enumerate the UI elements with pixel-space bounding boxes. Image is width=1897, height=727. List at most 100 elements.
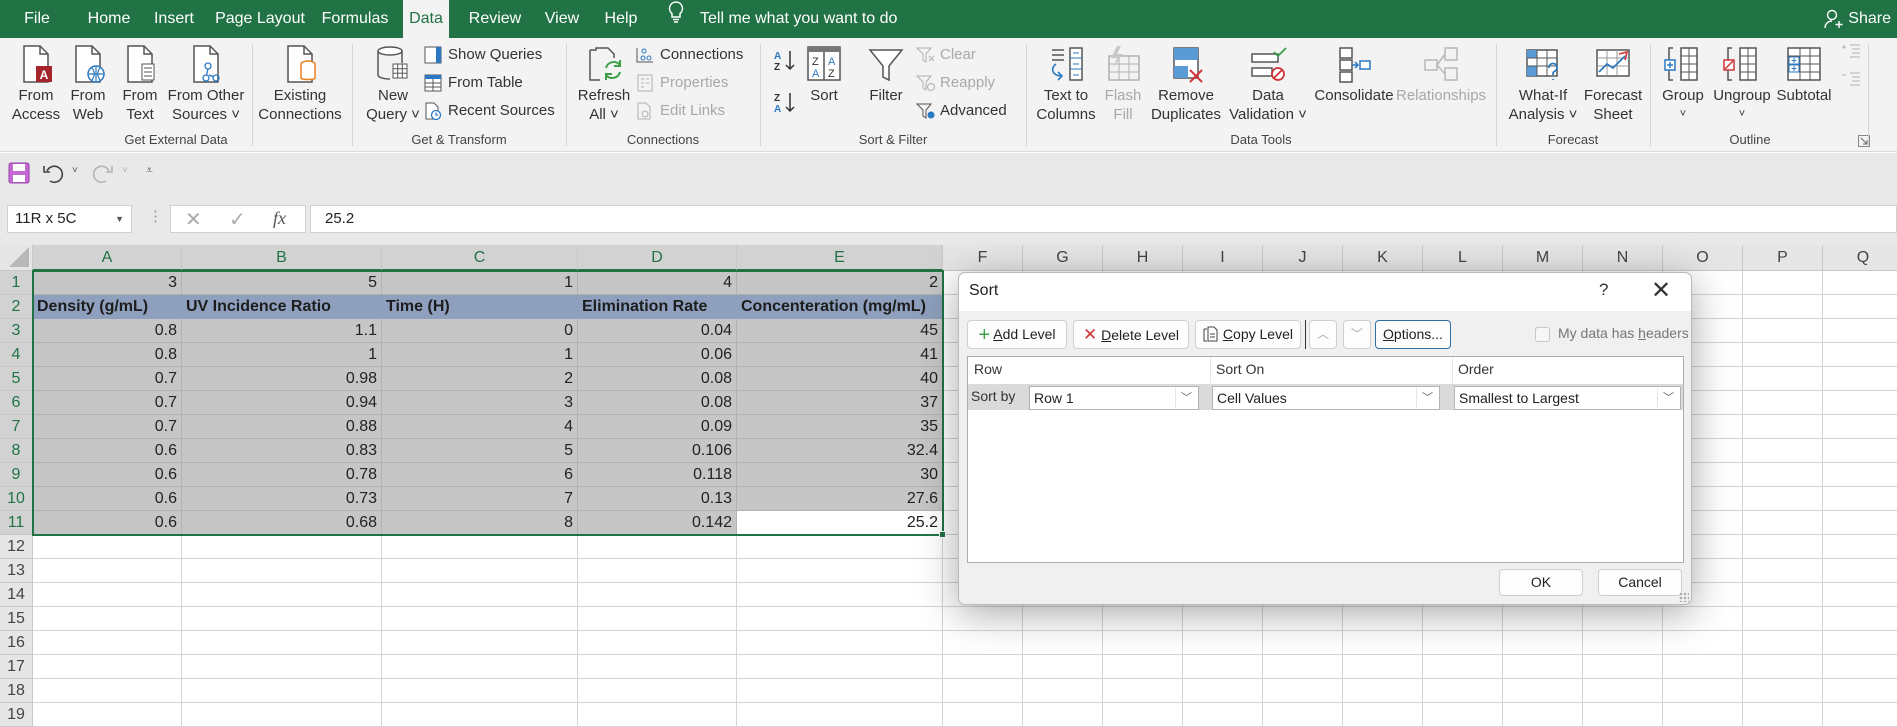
row-header-5[interactable]: 5	[0, 367, 33, 391]
cell-E14[interactable]	[737, 583, 943, 607]
row-header-10[interactable]: 10	[0, 487, 33, 511]
cell-I16[interactable]	[1183, 631, 1263, 655]
cell-N16[interactable]	[1583, 631, 1663, 655]
tell-me-search[interactable]: Tell me what you want to do	[668, 0, 897, 38]
row-header-7[interactable]: 7	[0, 415, 33, 439]
cell-P5[interactable]	[1743, 367, 1823, 391]
cell-B9[interactable]: 0.78	[182, 463, 382, 487]
cell-E16[interactable]	[737, 631, 943, 655]
tab-insert[interactable]: Insert	[150, 0, 198, 38]
copy-level-button[interactable]: Copy Level	[1195, 320, 1301, 349]
row-header-11[interactable]: 11	[0, 511, 33, 535]
confirm-entry-icon[interactable]: ✓	[229, 207, 246, 232]
cell-D10[interactable]: 0.13	[578, 487, 737, 511]
cell-H18[interactable]	[1103, 679, 1183, 703]
customize-qat-icon[interactable]: ⩡	[146, 163, 153, 178]
cell-D3[interactable]: 0.04	[578, 319, 737, 343]
cell-A12[interactable]	[33, 535, 182, 559]
cell-D8[interactable]: 0.106	[578, 439, 737, 463]
cell-D5[interactable]: 0.08	[578, 367, 737, 391]
cell-D4[interactable]: 0.06	[578, 343, 737, 367]
refresh-all-button[interactable]: Refresh All ˅	[576, 44, 632, 124]
cell-P11[interactable]	[1743, 511, 1823, 535]
cell-Q5[interactable]	[1823, 367, 1897, 391]
cell-H19[interactable]	[1103, 703, 1183, 727]
ungroup-button[interactable]: Ungroup ˅	[1710, 44, 1774, 124]
show-queries-button[interactable]: Show Queries	[424, 42, 542, 68]
cell-B1[interactable]: 5	[182, 271, 382, 295]
relationships-button[interactable]: Relationships	[1396, 44, 1486, 105]
cell-Q17[interactable]	[1823, 655, 1897, 679]
cell-D14[interactable]	[578, 583, 737, 607]
cell-B19[interactable]	[182, 703, 382, 727]
flash-fill-button[interactable]: Flash Fill	[1102, 44, 1144, 124]
hide-detail-button[interactable]	[1840, 70, 1862, 96]
cell-K19[interactable]	[1343, 703, 1423, 727]
cell-E8[interactable]: 32.4	[737, 439, 943, 463]
cell-A2[interactable]: Density (g/mL)	[33, 295, 182, 319]
cell-Q11[interactable]	[1823, 511, 1897, 535]
my-data-has-headers-checkbox[interactable]: My data has headers	[1535, 325, 1689, 342]
consolidate-button[interactable]: Consolidate	[1312, 44, 1396, 105]
tab-review[interactable]: Review	[466, 0, 524, 38]
cell-P9[interactable]	[1743, 463, 1823, 487]
cell-P14[interactable]	[1743, 583, 1823, 607]
column-header-l[interactable]: L	[1423, 245, 1503, 271]
cell-G17[interactable]	[1023, 655, 1103, 679]
cell-F15[interactable]	[943, 607, 1023, 631]
cell-P19[interactable]	[1743, 703, 1823, 727]
cell-D15[interactable]	[578, 607, 737, 631]
cell-C16[interactable]	[382, 631, 578, 655]
cell-A1[interactable]: 3	[33, 271, 182, 295]
cell-L19[interactable]	[1423, 703, 1503, 727]
cell-P13[interactable]	[1743, 559, 1823, 583]
cell-I19[interactable]	[1183, 703, 1263, 727]
cell-C10[interactable]: 7	[382, 487, 578, 511]
formula-input[interactable]: 25.2	[310, 205, 1897, 233]
cell-E2[interactable]: Concenteration (mg/mL)	[737, 295, 943, 319]
cell-D18[interactable]	[578, 679, 737, 703]
cell-E5[interactable]: 40	[737, 367, 943, 391]
tab-data[interactable]: Data	[403, 0, 449, 38]
cell-C9[interactable]: 6	[382, 463, 578, 487]
row-header-3[interactable]: 3	[0, 319, 33, 343]
row-header-8[interactable]: 8	[0, 439, 33, 463]
cell-C17[interactable]	[382, 655, 578, 679]
cell-D2[interactable]: Elimination Rate	[578, 295, 737, 319]
cell-A3[interactable]: 0.8	[33, 319, 182, 343]
cell-I18[interactable]	[1183, 679, 1263, 703]
cell-A10[interactable]: 0.6	[33, 487, 182, 511]
cell-L16[interactable]	[1423, 631, 1503, 655]
cell-O17[interactable]	[1663, 655, 1743, 679]
cell-C12[interactable]	[382, 535, 578, 559]
cell-E1[interactable]: 2	[737, 271, 943, 295]
checkbox-icon[interactable]	[1535, 326, 1550, 342]
column-header-j[interactable]: J	[1263, 245, 1343, 271]
cell-K17[interactable]	[1343, 655, 1423, 679]
remove-duplicates-button[interactable]: Remove Duplicates	[1150, 44, 1222, 124]
cell-K15[interactable]	[1343, 607, 1423, 631]
cell-P1[interactable]	[1743, 271, 1823, 295]
recent-sources-button[interactable]: Recent Sources	[424, 98, 555, 124]
move-down-button[interactable]: ﹀	[1343, 320, 1371, 349]
cell-C6[interactable]: 3	[382, 391, 578, 415]
filter-button[interactable]: Filter	[864, 44, 908, 105]
cell-Q6[interactable]	[1823, 391, 1897, 415]
cell-O18[interactable]	[1663, 679, 1743, 703]
cell-O16[interactable]	[1663, 631, 1743, 655]
cell-Q7[interactable]	[1823, 415, 1897, 439]
cell-B2[interactable]: UV Incidence Ratio	[182, 295, 382, 319]
row-header-13[interactable]: 13	[0, 559, 33, 583]
column-header-h[interactable]: H	[1103, 245, 1183, 271]
cell-B3[interactable]: 1.1	[182, 319, 382, 343]
cell-B7[interactable]: 0.88	[182, 415, 382, 439]
cell-Q16[interactable]	[1823, 631, 1897, 655]
cell-N15[interactable]	[1583, 607, 1663, 631]
cell-D6[interactable]: 0.08	[578, 391, 737, 415]
group-button[interactable]: Group ˅	[1660, 44, 1706, 124]
move-up-button[interactable]: ︿	[1309, 320, 1337, 349]
cell-E3[interactable]: 45	[737, 319, 943, 343]
cell-B18[interactable]	[182, 679, 382, 703]
cell-E6[interactable]: 37	[737, 391, 943, 415]
cell-A6[interactable]: 0.7	[33, 391, 182, 415]
